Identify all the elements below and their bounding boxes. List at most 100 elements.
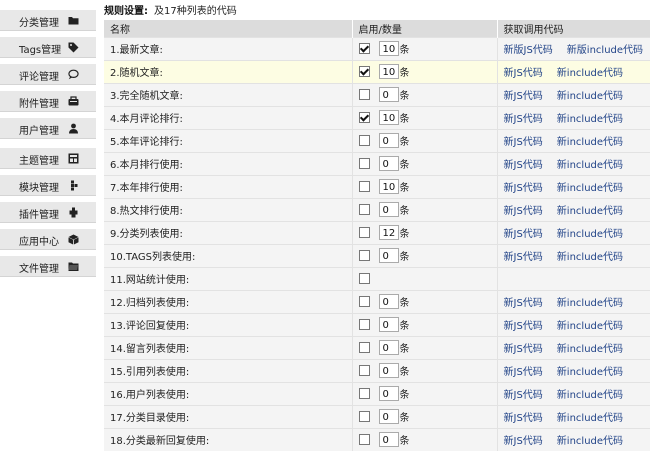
count-input[interactable]: 10 — [378, 179, 399, 194]
count-input[interactable]: 10 — [378, 64, 399, 79]
sidebar-item-3[interactable]: 评论管理 — [0, 64, 96, 85]
enable-checkbox[interactable] — [358, 411, 370, 422]
main-content: 规则设置: 及17种列表的代码 名称 启用/数量 获取调用代码 1.最新文章: 10… — [104, 0, 650, 452]
js-code-link[interactable]: 新JS代码 — [504, 298, 543, 309]
sidebar-item-9[interactable]: 应用中心 — [0, 229, 96, 250]
enable-checkbox[interactable] — [358, 227, 370, 238]
count-input[interactable]: 0 — [378, 317, 399, 332]
include-code-link[interactable]: 新include代码 — [557, 183, 623, 194]
js-code-link[interactable]: 新版JS代码 — [504, 45, 553, 56]
js-code-link[interactable]: 新JS代码 — [504, 137, 543, 148]
sidebar-item-1[interactable]: 分类管理 — [0, 10, 96, 31]
enable-checkbox[interactable] — [358, 365, 370, 376]
js-code-link[interactable]: 新JS代码 — [504, 160, 543, 171]
sidebar-item-label: 附件管理 — [19, 99, 59, 110]
js-code-link[interactable]: 新JS代码 — [504, 413, 543, 424]
js-code-link[interactable]: 新JS代码 — [504, 68, 543, 79]
enable-checkbox[interactable] — [358, 250, 370, 261]
count-input[interactable]: 0 — [378, 386, 399, 401]
code-links-cell: 新JS代码 新include代码 — [496, 427, 650, 451]
include-code-link[interactable]: 新include代码 — [557, 160, 623, 171]
include-code-link[interactable]: 新include代码 — [557, 298, 623, 309]
sidebar-item-label: 插件管理 — [19, 210, 59, 221]
count-input[interactable]: 10 — [378, 41, 399, 56]
column-header-enable-count: 启用/数量 — [352, 20, 498, 37]
enable-checkbox[interactable] — [358, 388, 370, 399]
table-header-row: 名称 启用/数量 获取调用代码 — [104, 20, 650, 37]
enable-checkbox[interactable] — [358, 319, 370, 330]
sidebar-item-7[interactable]: 模块管理 — [0, 175, 96, 196]
sidebar-item-10[interactable]: 文件管理 — [0, 256, 96, 277]
include-code-link[interactable]: 新include代码 — [557, 91, 623, 102]
sidebar-item-2[interactable]: Tags管理 — [0, 37, 96, 58]
include-code-link[interactable]: 新include代码 — [557, 229, 623, 240]
count-input[interactable]: 0 — [378, 248, 399, 263]
js-code-link[interactable]: 新JS代码 — [504, 206, 543, 217]
tag-icon — [68, 42, 79, 53]
enable-checkbox[interactable] — [358, 342, 370, 353]
include-code-link[interactable]: 新include代码 — [557, 413, 623, 424]
count-input[interactable]: 0 — [378, 202, 399, 217]
js-code-link[interactable]: 新JS代码 — [504, 436, 543, 447]
table-row: 16.用户列表使用: 0 条新JS代码 新include代码 — [104, 381, 650, 405]
include-code-link[interactable]: 新include代码 — [557, 390, 623, 401]
enable-checkbox[interactable] — [358, 158, 370, 169]
enable-count-cell: 10 条 — [351, 174, 497, 198]
count-input[interactable]: 0 — [378, 133, 399, 148]
page-subtitle: 及17种列表的代码 — [154, 6, 237, 17]
count-input[interactable]: 0 — [378, 87, 399, 102]
js-code-link[interactable]: 新JS代码 — [504, 321, 543, 332]
enable-checkbox[interactable] — [358, 43, 370, 54]
table-row: 3.完全随机文章: 0 条新JS代码 新include代码 — [104, 82, 650, 106]
rule-name: 14.留言列表使用: — [104, 335, 352, 359]
sidebar-item-label: 主题管理 — [19, 156, 59, 167]
js-code-link[interactable]: 新JS代码 — [504, 344, 543, 355]
include-code-link[interactable]: 新版include代码 — [567, 45, 643, 56]
rule-name: 18.分类最新回复使用: — [104, 427, 352, 451]
count-input[interactable]: 0 — [378, 156, 399, 171]
enable-checkbox[interactable] — [358, 181, 370, 192]
code-links-cell: 新JS代码 新include代码 — [496, 289, 650, 313]
sidebar-item-4[interactable]: 附件管理 — [0, 91, 96, 112]
sidebar-item-label: 模块管理 — [19, 183, 59, 194]
include-code-link[interactable]: 新include代码 — [557, 436, 623, 447]
sidebar-item-5[interactable]: 用户管理 — [0, 118, 96, 139]
count-input[interactable]: 0 — [378, 340, 399, 355]
enable-checkbox[interactable] — [358, 89, 370, 100]
js-code-link[interactable]: 新JS代码 — [504, 91, 543, 102]
table-row: 9.分类列表使用: 12 条新JS代码 新include代码 — [104, 220, 650, 244]
js-code-link[interactable]: 新JS代码 — [504, 252, 543, 263]
enable-checkbox[interactable] — [358, 296, 370, 307]
count-input[interactable]: 12 — [378, 225, 399, 240]
rule-name: 9.分类列表使用: — [104, 220, 352, 244]
count-input[interactable]: 0 — [378, 363, 399, 378]
js-code-link[interactable]: 新JS代码 — [504, 229, 543, 240]
include-code-link[interactable]: 新include代码 — [557, 344, 623, 355]
sidebar-item-8[interactable]: 插件管理 — [0, 202, 96, 223]
count-input[interactable]: 0 — [378, 432, 399, 448]
count-input[interactable]: 0 — [378, 294, 399, 309]
include-code-link[interactable]: 新include代码 — [557, 252, 623, 263]
enable-count-cell: 10 条 — [351, 59, 497, 83]
js-code-link[interactable]: 新JS代码 — [504, 367, 543, 378]
include-code-link[interactable]: 新include代码 — [557, 114, 623, 125]
enable-checkbox[interactable] — [358, 66, 370, 77]
js-code-link[interactable]: 新JS代码 — [504, 183, 543, 194]
js-code-link[interactable]: 新JS代码 — [504, 114, 543, 125]
include-code-link[interactable]: 新include代码 — [557, 206, 623, 217]
include-code-link[interactable]: 新include代码 — [557, 137, 623, 148]
enable-checkbox[interactable] — [358, 135, 370, 146]
enable-checkbox[interactable] — [358, 272, 370, 284]
include-code-link[interactable]: 新include代码 — [557, 68, 623, 79]
include-code-link[interactable]: 新include代码 — [557, 321, 623, 332]
enable-checkbox[interactable] — [358, 112, 370, 123]
enable-checkbox[interactable] — [358, 204, 370, 215]
count-input[interactable]: 0 — [378, 409, 399, 424]
count-input[interactable]: 10 — [378, 110, 399, 125]
js-code-link[interactable]: 新JS代码 — [504, 390, 543, 401]
enable-checkbox[interactable] — [358, 434, 370, 446]
app-center-icon — [68, 234, 79, 245]
page-title: 规则设置: — [104, 6, 148, 17]
include-code-link[interactable]: 新include代码 — [557, 367, 623, 378]
sidebar-item-6[interactable]: 主题管理 — [0, 148, 96, 169]
